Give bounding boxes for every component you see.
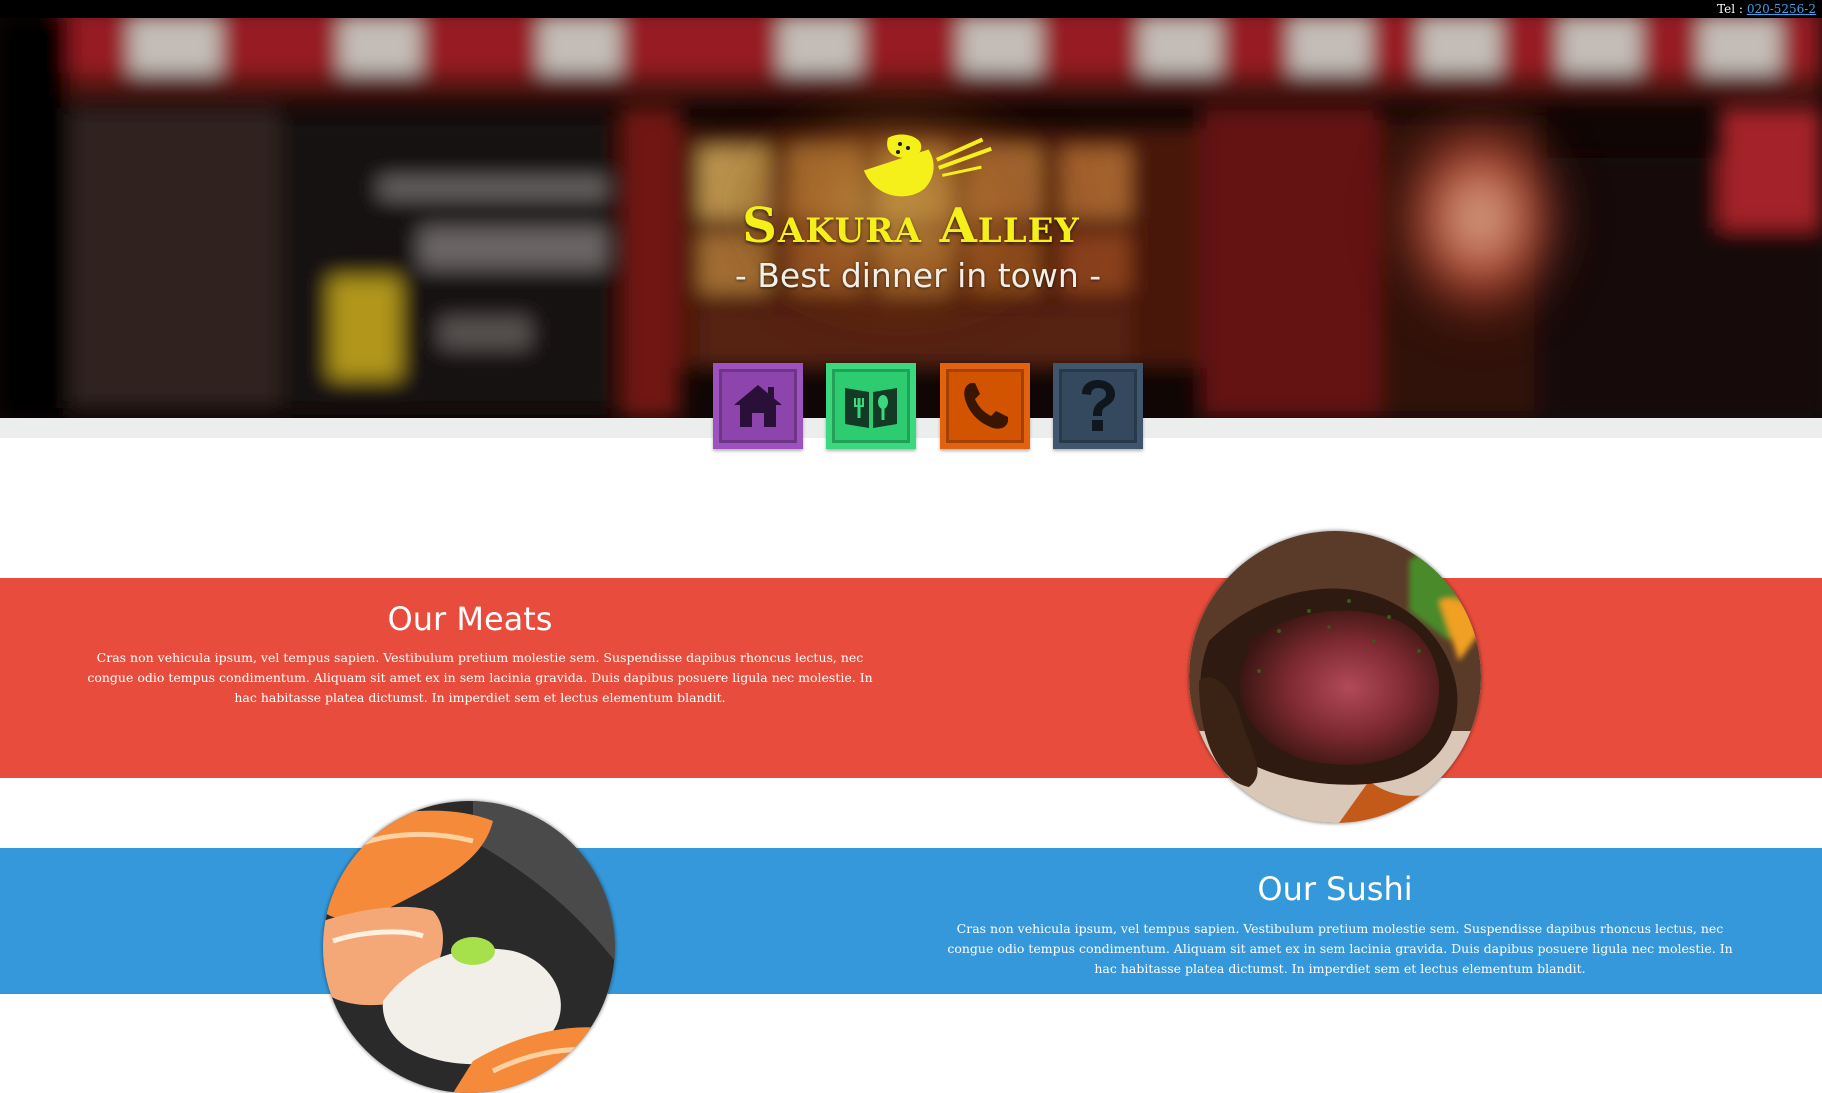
nav-contact-button[interactable] xyxy=(940,363,1030,449)
question-icon xyxy=(1082,380,1115,431)
home-icon xyxy=(734,385,782,427)
sushi-title: Our Sushi xyxy=(1257,870,1413,908)
hero-banner: Sakura Alley - Best dinner in town - xyxy=(0,18,1822,418)
nav-menu-button[interactable] xyxy=(826,363,916,449)
meat-image xyxy=(1189,531,1481,823)
sushi-description: Cras non vehicula ipsum, vel tempus sapi… xyxy=(947,921,1733,976)
meats-title: Our Meats xyxy=(387,600,553,638)
meats-description: Cras non vehicula ipsum, vel tempus sapi… xyxy=(87,650,873,705)
menu-book-icon xyxy=(845,388,897,428)
nav-home-button[interactable] xyxy=(713,363,803,449)
brand-title: Sakura Alley xyxy=(742,198,1080,254)
steak-photo xyxy=(1189,531,1481,823)
tel-link[interactable]: 020-5256-2 xyxy=(1747,2,1816,16)
nav-faq-button[interactable] xyxy=(1053,363,1143,449)
phone-info: Tel : 020-5256-2 xyxy=(1717,2,1816,16)
sushi-photo xyxy=(323,801,615,1093)
top-bar: Tel : 020-5256-2 xyxy=(0,0,1822,18)
tel-label: Tel : xyxy=(1717,2,1743,16)
tagline: - Best dinner in town - xyxy=(734,256,1102,295)
sushi-image xyxy=(323,801,615,1093)
phone-icon xyxy=(964,383,1008,429)
